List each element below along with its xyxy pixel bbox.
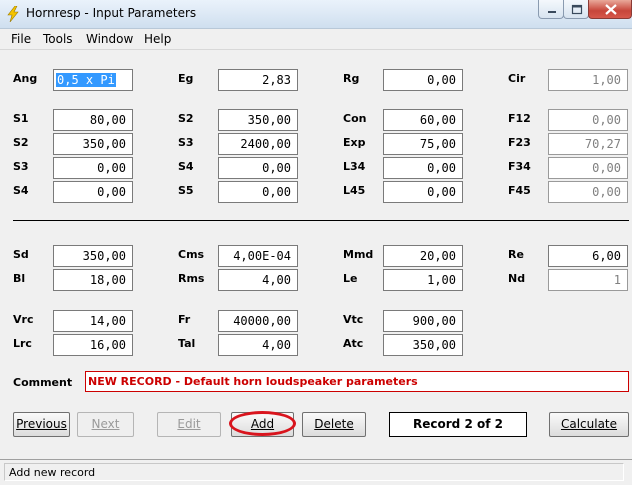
field-eg[interactable]: 2,83 xyxy=(218,69,298,91)
field-mmd[interactable]: 20,00 xyxy=(383,245,463,267)
label-vrc: Vrc xyxy=(13,313,34,326)
lightning-bolt-icon xyxy=(7,6,19,22)
field-s2-b[interactable]: 350,00 xyxy=(218,109,298,131)
label-f12: F12 xyxy=(508,112,531,125)
label-f34: F34 xyxy=(508,160,531,173)
field-s3[interactable]: 0,00 xyxy=(53,157,133,179)
menu-window[interactable]: Window xyxy=(86,32,133,46)
label-s2-b: S2 xyxy=(178,112,194,125)
label-rms: Rms xyxy=(178,272,205,285)
field-cir[interactable]: 1,00 xyxy=(548,69,628,91)
field-con[interactable]: 60,00 xyxy=(383,109,463,131)
menu-tools[interactable]: Tools xyxy=(43,32,73,46)
close-icon xyxy=(605,4,617,15)
field-tal[interactable]: 4,00 xyxy=(218,334,298,356)
field-bl[interactable]: 18,00 xyxy=(53,269,133,291)
field-f23[interactable]: 70,27 xyxy=(548,133,628,155)
field-l45[interactable]: 0,00 xyxy=(383,181,463,203)
label-con: Con xyxy=(343,112,367,125)
label-ang: Ang xyxy=(13,72,38,85)
field-s4-b[interactable]: 0,00 xyxy=(218,157,298,179)
label-tal: Tal xyxy=(178,337,196,350)
edit-button[interactable]: Edit xyxy=(157,412,221,437)
add-highlight-oval xyxy=(229,411,296,436)
menu-file[interactable]: File xyxy=(11,32,31,46)
label-le: Le xyxy=(343,272,358,285)
field-s4[interactable]: 0,00 xyxy=(53,181,133,203)
field-f12[interactable]: 0,00 xyxy=(548,109,628,131)
field-sd[interactable]: 350,00 xyxy=(53,245,133,267)
label-bl: Bl xyxy=(13,272,26,285)
maximize-icon xyxy=(571,4,583,15)
label-s2: S2 xyxy=(13,136,29,149)
field-f34[interactable]: 0,00 xyxy=(548,157,628,179)
section-divider xyxy=(13,220,629,221)
label-s1: S1 xyxy=(13,112,29,125)
field-l34[interactable]: 0,00 xyxy=(383,157,463,179)
field-s3-b[interactable]: 2400,00 xyxy=(218,133,298,155)
comment-field[interactable]: NEW RECORD - Default horn loudspeaker pa… xyxy=(85,371,629,392)
field-atc[interactable]: 350,00 xyxy=(383,334,463,356)
label-mmd: Mmd xyxy=(343,248,374,261)
field-rg[interactable]: 0,00 xyxy=(383,69,463,91)
label-f23: F23 xyxy=(508,136,531,149)
hornresp-window: Hornresp - Input Parameters File Tools W… xyxy=(0,0,632,485)
label-atc: Atc xyxy=(343,337,364,350)
field-rms[interactable]: 4,00 xyxy=(218,269,298,291)
close-button[interactable] xyxy=(588,0,632,19)
window-title: Hornresp - Input Parameters xyxy=(26,6,197,20)
label-sd: Sd xyxy=(13,248,29,261)
field-re[interactable]: 6,00 xyxy=(548,245,628,267)
label-nd: Nd xyxy=(508,272,526,285)
field-s1[interactable]: 80,00 xyxy=(53,109,133,131)
field-vrc[interactable]: 14,00 xyxy=(53,310,133,332)
field-lrc[interactable]: 16,00 xyxy=(53,334,133,356)
field-s2[interactable]: 350,00 xyxy=(53,133,133,155)
label-f45: F45 xyxy=(508,184,531,197)
label-re: Re xyxy=(508,248,524,261)
status-bar: Add new record xyxy=(0,459,632,485)
previous-button[interactable]: Previous xyxy=(13,412,70,437)
field-nd[interactable]: 1 xyxy=(548,269,628,291)
label-rg: Rg xyxy=(343,72,360,85)
title-bar[interactable]: Hornresp - Input Parameters xyxy=(0,0,632,29)
label-lrc: Lrc xyxy=(13,337,32,350)
label-s5: S5 xyxy=(178,184,194,197)
field-le[interactable]: 1,00 xyxy=(383,269,463,291)
label-s4-b: S4 xyxy=(178,160,194,173)
label-cms: Cms xyxy=(178,248,205,261)
status-text: Add new record xyxy=(4,463,624,481)
menu-help[interactable]: Help xyxy=(144,32,171,46)
label-l45: L45 xyxy=(343,184,366,197)
next-button[interactable]: Next xyxy=(77,412,134,437)
label-s3: S3 xyxy=(13,160,29,173)
field-ang-value: 0,5 x Pi xyxy=(56,73,116,87)
minimize-icon xyxy=(548,11,556,13)
field-exp[interactable]: 75,00 xyxy=(383,133,463,155)
field-s5[interactable]: 0,00 xyxy=(218,181,298,203)
record-indicator: Record 2 of 2 xyxy=(389,412,527,437)
label-cir: Cir xyxy=(508,72,526,85)
label-fr: Fr xyxy=(178,313,191,326)
label-s3-b: S3 xyxy=(178,136,194,149)
field-cms[interactable]: 4,00E-04 xyxy=(218,245,298,267)
field-vtc[interactable]: 900,00 xyxy=(383,310,463,332)
maximize-button[interactable] xyxy=(563,0,589,19)
field-ang[interactable]: 0,5 x Pi xyxy=(53,69,133,91)
minimize-button[interactable] xyxy=(538,0,564,19)
label-eg: Eg xyxy=(178,72,194,85)
field-f45[interactable]: 0,00 xyxy=(548,181,628,203)
calculate-button[interactable]: Calculate xyxy=(549,412,629,437)
field-fr[interactable]: 40000,00 xyxy=(218,310,298,332)
label-l34: L34 xyxy=(343,160,366,173)
menu-bar: File Tools Window Help xyxy=(0,29,632,50)
delete-button[interactable]: Delete xyxy=(302,412,366,437)
label-exp: Exp xyxy=(343,136,366,149)
label-s4: S4 xyxy=(13,184,29,197)
label-comment: Comment xyxy=(13,376,73,389)
label-vtc: Vtc xyxy=(343,313,364,326)
